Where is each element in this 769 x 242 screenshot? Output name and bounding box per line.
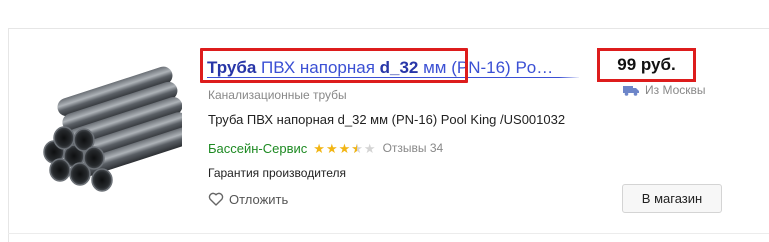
heart-outline-icon	[208, 192, 224, 206]
card-left-border	[8, 28, 9, 242]
star-icon: ★	[325, 140, 338, 156]
title-bold-2: d_32	[379, 58, 419, 77]
save-for-later-button[interactable]: Отложить	[208, 189, 288, 209]
card-bottom-border	[8, 233, 769, 234]
truck-icon	[623, 85, 639, 96]
star-half-icon: ★	[351, 142, 363, 155]
title-plain-1: ПВХ напорная	[256, 58, 380, 77]
title-bold-1: Труба	[207, 58, 257, 77]
card-top-border	[8, 28, 769, 29]
star-icon: ★	[338, 140, 351, 156]
search-results-page: Труба ПВХ напорная d_32 мм (PN-16) Po… 9…	[0, 0, 769, 242]
delivery-info: Из Москвы	[623, 82, 706, 98]
delivery-label: Из Москвы	[645, 83, 706, 97]
product-title-link[interactable]: Труба ПВХ напорная d_32 мм (PN-16) Po…	[207, 58, 553, 77]
star-empty-icon: ★	[363, 140, 376, 156]
title-plain-2: мм (PN-16) Po…	[418, 58, 554, 77]
pipes-bundle-image	[43, 66, 182, 192]
reviews-link[interactable]: Отзывы 34	[383, 141, 444, 155]
product-category: Канализационные трубы	[208, 88, 347, 102]
title-underline	[207, 77, 579, 78]
shop-name-link[interactable]: Бассейн-Сервис	[208, 141, 307, 156]
product-description: Труба ПВХ напорная d_32 мм (PN-16) Pool …	[208, 112, 566, 127]
save-label: Отложить	[229, 191, 289, 207]
product-image[interactable]	[36, 58, 182, 198]
star-icon: ★	[313, 140, 325, 156]
shop-info: Бассейн-Сервис ★ ★ ★ ★ ★ Отзывы 34	[208, 138, 443, 158]
title-fade	[559, 56, 581, 78]
price-label: 99 руб.	[597, 48, 696, 82]
rating-stars: ★ ★ ★ ★ ★	[313, 142, 375, 155]
guarantee-label: Гарантия производителя	[208, 166, 347, 180]
to-shop-button[interactable]: В магазин	[622, 184, 722, 213]
